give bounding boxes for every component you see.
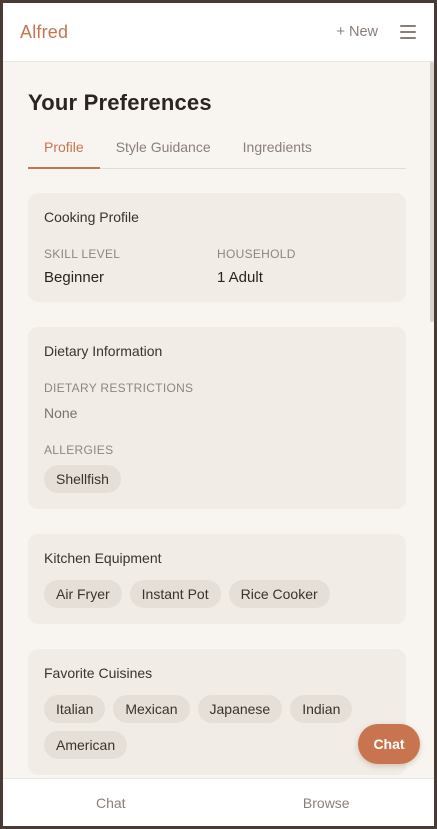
cuisine-chip: Japanese: [197, 695, 283, 723]
tab-profile[interactable]: Profile: [28, 140, 100, 169]
equipment-chip: Air Fryer: [44, 580, 122, 608]
favorite-cuisines-card: Favorite Cuisines Italian Mexican Japane…: [28, 649, 406, 775]
kitchen-equipment-title: Kitchen Equipment: [44, 550, 162, 566]
cooking-profile-card: Cooking Profile SKILL LEVEL Beginner HOU…: [28, 193, 406, 302]
cuisine-chips: Italian Mexican Japanese Indian American: [44, 695, 390, 759]
favorite-cuisines-title: Favorite Cuisines: [44, 665, 153, 681]
app-window: Alfred + New Your Preferences Profile St…: [3, 3, 434, 826]
new-button[interactable]: + New: [336, 24, 378, 40]
hamburger-menu-icon[interactable]: [400, 25, 416, 39]
tab-ingredients[interactable]: Ingredients: [227, 140, 328, 169]
cuisine-chip: Italian: [44, 695, 106, 723]
dietary-info-title: Dietary Information: [44, 343, 163, 359]
brand-logo[interactable]: Alfred: [20, 22, 68, 43]
cuisine-chip: Mexican: [113, 695, 190, 723]
household-value: 1 Adult: [217, 269, 263, 286]
tab-bar: Profile Style Guidance Ingredients: [28, 140, 406, 169]
bottom-nav: Chat Browse: [3, 778, 434, 826]
page-title: Your Preferences: [28, 90, 212, 115]
menu-line: [400, 25, 416, 27]
allergies-label: ALLERGIES: [44, 443, 114, 457]
tab-style-guidance[interactable]: Style Guidance: [100, 140, 227, 169]
menu-line: [400, 31, 416, 33]
skill-level-value: Beginner: [44, 269, 105, 286]
dietary-info-card: Dietary Information DIETARY RESTRICTIONS…: [28, 327, 406, 509]
allergy-chip: Shellfish: [44, 465, 121, 493]
nav-item-chat[interactable]: Chat: [3, 779, 219, 826]
equipment-chip: Instant Pot: [129, 580, 221, 608]
cooking-profile-title: Cooking Profile: [44, 209, 139, 225]
kitchen-equipment-card: Kitchen Equipment Air Fryer Instant Pot …: [28, 534, 406, 624]
cooking-profile-fields: SKILL LEVEL Beginner HOUSEHOLD 1 Adult: [44, 247, 390, 286]
menu-line: [400, 37, 416, 39]
skill-level-field: SKILL LEVEL Beginner: [44, 247, 217, 286]
allergies-chips: Shellfish: [44, 465, 390, 493]
equipment-chips: Air Fryer Instant Pot Rice Cooker: [44, 580, 390, 608]
nav-item-browse[interactable]: Browse: [219, 779, 435, 826]
top-bar: Alfred + New: [3, 3, 434, 62]
equipment-chip: Rice Cooker: [228, 580, 330, 608]
household-field: HOUSEHOLD 1 Adult: [217, 247, 390, 286]
household-label: HOUSEHOLD: [217, 247, 296, 261]
cuisine-chip: Indian: [290, 695, 353, 723]
skill-level-label: SKILL LEVEL: [44, 247, 121, 261]
dietary-restrictions-value: None: [44, 405, 78, 421]
scrollbar[interactable]: [430, 62, 434, 322]
chat-fab-button[interactable]: Chat: [358, 724, 420, 764]
dietary-restrictions-label: DIETARY RESTRICTIONS: [44, 381, 194, 395]
main-content: Your Preferences Profile Style Guidance …: [28, 62, 406, 775]
cuisine-chip: American: [44, 731, 128, 759]
